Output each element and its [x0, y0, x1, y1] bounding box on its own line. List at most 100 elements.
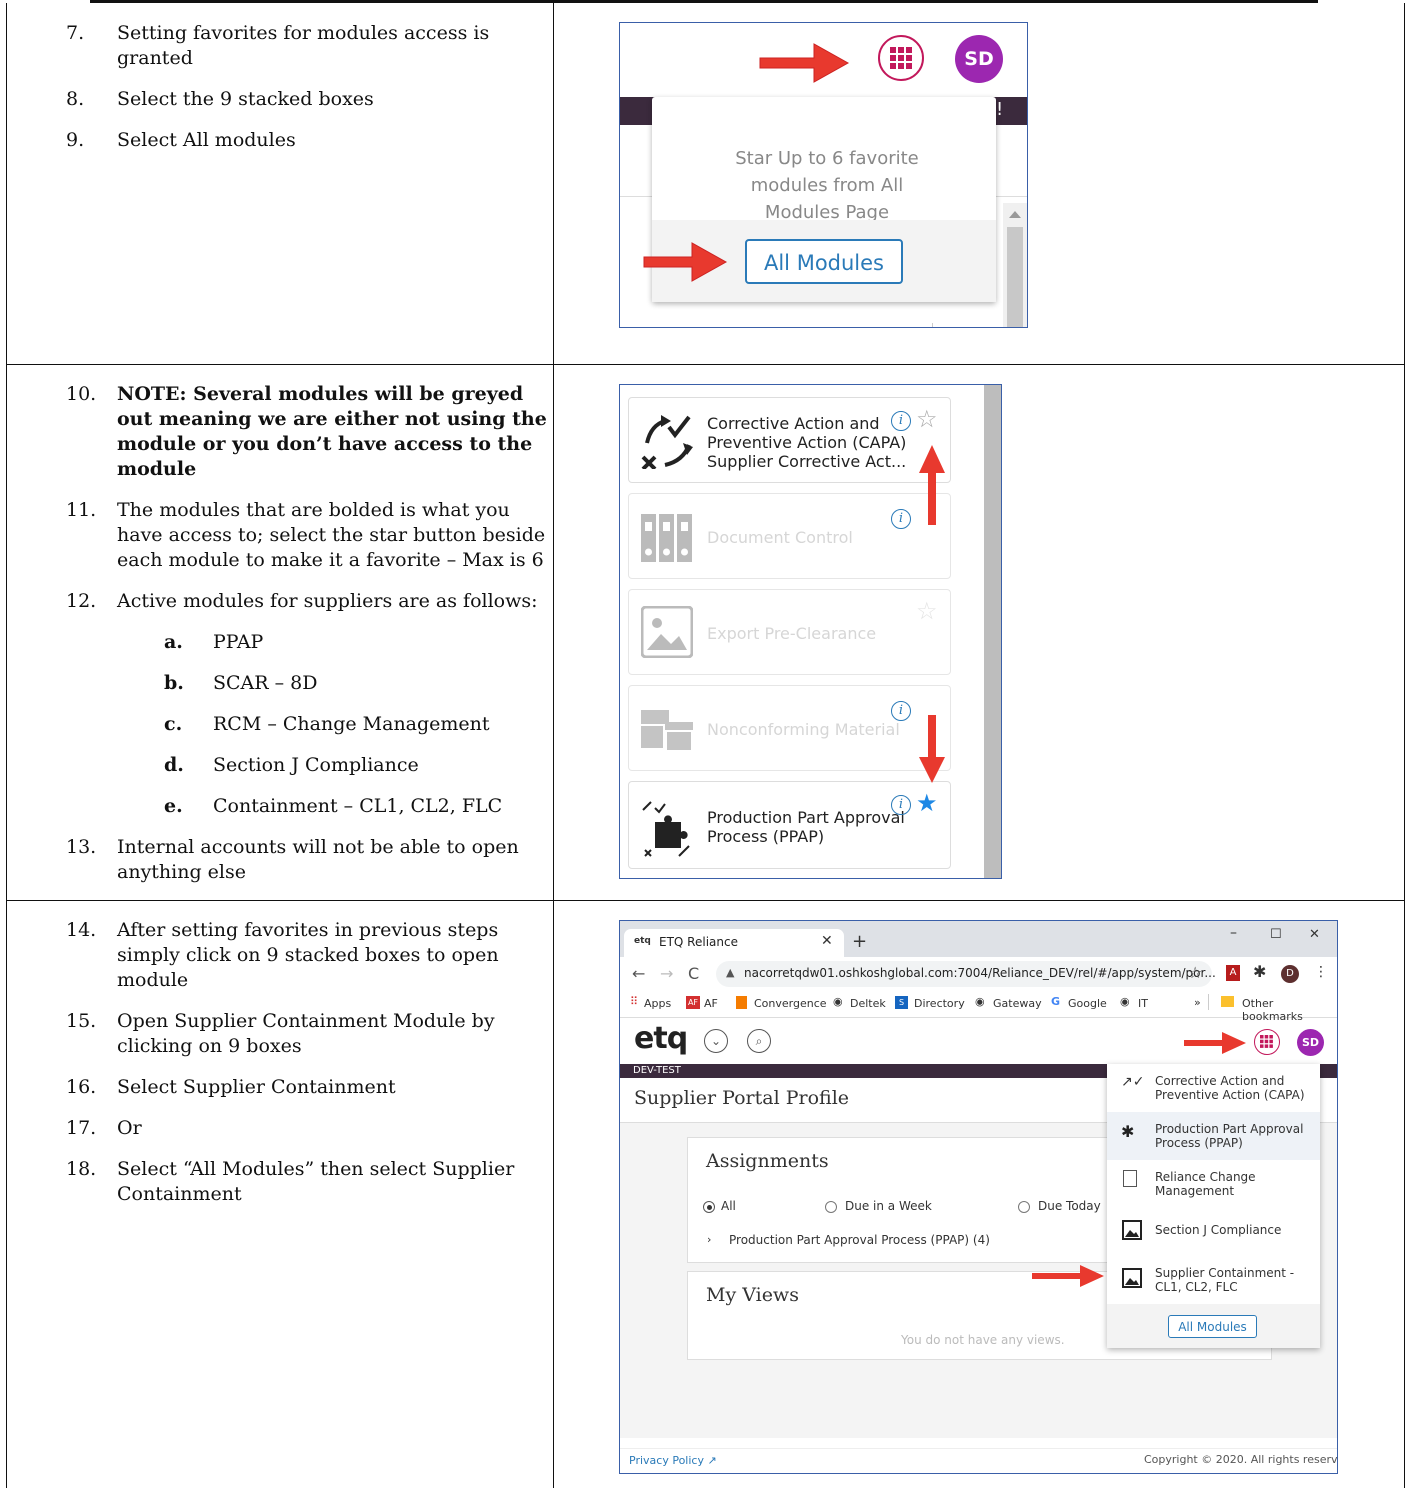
info-icon[interactable]: i	[891, 509, 911, 529]
more-bookmarks[interactable]: »	[1194, 996, 1201, 1009]
other-bookmarks[interactable]: Other bookmarks	[1242, 997, 1337, 1023]
grid-menu-button[interactable]	[1254, 1029, 1280, 1055]
red-arrow-down-icon	[919, 715, 945, 783]
module-card-capa[interactable]: Corrective Action and Preventive Action …	[628, 397, 951, 483]
chevron-right-icon[interactable]: ›	[707, 1233, 711, 1246]
star-filled-icon[interactable]: ★	[916, 790, 938, 816]
grid-icon	[1260, 1035, 1273, 1048]
module-name: Corrective Action and Preventive Action …	[707, 414, 907, 471]
menu-kebab-icon[interactable]: ⋮	[1314, 964, 1328, 980]
all-modules-button[interactable]: All Modules	[1168, 1315, 1257, 1338]
radio-due-today[interactable]	[1018, 1201, 1030, 1213]
environment-label: DEV-TEST	[633, 1065, 681, 1076]
radio-label: Due Today	[1038, 1199, 1101, 1213]
scroll-thumb[interactable]	[1007, 227, 1023, 327]
step-9: 9. Select All modules	[66, 129, 296, 151]
bookmark-convergence[interactable]: Convergence	[754, 997, 827, 1010]
chevron-down-icon[interactable]: ⌄	[704, 1029, 728, 1053]
scrollbar[interactable]	[1003, 203, 1027, 327]
bookmark-it[interactable]: IT	[1138, 997, 1148, 1010]
etq-logo[interactable]: etq	[634, 1021, 688, 1056]
scrollbar[interactable]	[984, 385, 1001, 878]
search-icon[interactable]: ⌕	[747, 1029, 771, 1053]
star-empty-icon[interactable]: ☆	[916, 406, 938, 432]
screenshot-favorites-popup: SD ! Star Up to 6 favorite modules from …	[619, 22, 1028, 328]
module-card-ppap[interactable]: Production Part Approval Process (PPAP) …	[628, 781, 951, 869]
dropdown-item[interactable]: Section J Compliance	[1107, 1208, 1320, 1256]
globe-icon: ◉	[1120, 995, 1130, 1008]
tab-title: ETQ Reliance	[659, 935, 738, 949]
extensions-icon[interactable]: ✱	[1253, 962, 1266, 981]
all-modules-button[interactable]: All Modules	[745, 239, 903, 284]
minimize-icon[interactable]: –	[1230, 925, 1237, 941]
bookmarks-bar: ⠿ Apps AF AF Convergence ◉ Deltek S Dire…	[620, 989, 1337, 1023]
scroll-up-icon[interactable]	[1009, 211, 1021, 218]
globe-icon: ◉	[833, 995, 843, 1008]
red-arrow-up-icon	[919, 445, 945, 525]
module-card-document-control: Document Control i	[628, 493, 951, 579]
bookmark-af[interactable]: AF	[704, 997, 718, 1010]
dropdown-item-label: Reliance Change Management	[1155, 1170, 1256, 1198]
af-icon: AF	[686, 996, 700, 1009]
dropdown-item-label: Section J Compliance	[1155, 1223, 1282, 1237]
reload-icon[interactable]: C	[688, 964, 699, 983]
privacy-link[interactable]: Privacy Policy ↗	[629, 1454, 717, 1467]
views-title: My Views	[706, 1284, 799, 1306]
assignments-title: Assignments	[706, 1150, 829, 1172]
step-8: 8. Select the 9 stacked boxes	[66, 88, 374, 110]
avatar[interactable]: SD	[955, 35, 1003, 83]
close-window-icon[interactable]: ✕	[1309, 927, 1320, 942]
assignment-row[interactable]: Production Part Approval Process (PPAP) …	[729, 1233, 990, 1247]
profile-icon[interactable]: D	[1281, 965, 1299, 983]
module-name: Document Control	[707, 528, 853, 547]
info-icon[interactable]: i	[891, 411, 911, 431]
row-divider-1	[6, 364, 1404, 365]
info-icon[interactable]: i	[891, 795, 911, 815]
page-title: Supplier Portal Profile	[634, 1087, 850, 1109]
forward-icon[interactable]: →	[660, 964, 673, 983]
bookmark-apps[interactable]: Apps	[644, 997, 671, 1010]
module-name: Nonconforming Material	[707, 720, 900, 739]
red-arrow-icon	[759, 43, 850, 83]
radio-due-week[interactable]	[825, 1201, 837, 1213]
views-empty-text: You do not have any views.	[901, 1333, 1065, 1347]
address-bar[interactable]: ▲ nacorretqdw01.oshkoshglobal.com:7004/R…	[716, 961, 1216, 987]
radio-all[interactable]	[703, 1201, 715, 1213]
info-icon[interactable]: i	[891, 701, 911, 721]
convergence-icon	[736, 996, 747, 1009]
dropdown-item[interactable]: ↗✓ Corrective Action and Preventive Acti…	[1107, 1064, 1320, 1112]
new-tab-icon[interactable]: +	[852, 931, 867, 952]
divider	[1208, 994, 1209, 1010]
step-7: 7. Setting favorites for modules access i…	[66, 22, 490, 69]
dropdown-item[interactable]: Reliance Change Management	[1107, 1160, 1320, 1208]
copyright: Copyright © 2020. All rights reserved.	[1144, 1453, 1338, 1466]
apps-icon: ⠿	[630, 995, 639, 1008]
document-icon	[1123, 1170, 1137, 1187]
bookmark-star-icon[interactable]: ☆	[1188, 963, 1202, 982]
radio-label: Due in a Week	[845, 1199, 932, 1213]
globe-icon: ◉	[975, 995, 985, 1008]
grid-menu-button[interactable]	[878, 35, 924, 81]
bookmark-deltek[interactable]: Deltek	[850, 997, 886, 1010]
module-name: Production Part Approval Process (PPAP)	[707, 808, 905, 846]
bookmark-google[interactable]: Google	[1068, 997, 1107, 1010]
dropdown-item[interactable]: ✱ Production Part Approval Process (PPAP…	[1107, 1112, 1320, 1160]
maximize-icon[interactable]: ☐	[1270, 927, 1282, 942]
module-name: Export Pre-Clearance	[707, 624, 877, 643]
dropdown-item-label: Corrective Action and Preventive Action …	[1155, 1074, 1305, 1102]
image-icon	[1122, 1220, 1142, 1240]
tab-close-icon[interactable]: ✕	[821, 933, 833, 949]
back-icon[interactable]: ←	[632, 964, 645, 983]
capa-icon: ↗✓	[1121, 1074, 1145, 1090]
bookmark-gateway[interactable]: Gateway	[993, 997, 1042, 1010]
bookmark-directory[interactable]: Directory	[914, 997, 965, 1010]
browser-tab[interactable]: etq ETQ Reliance ✕	[624, 929, 844, 957]
row-divider-2	[6, 900, 1404, 901]
dropdown-item[interactable]: Supplier Containment - CL1, CL2, FLC	[1107, 1256, 1320, 1304]
screenshot-module-list: Corrective Action and Preventive Action …	[619, 384, 1002, 879]
avatar[interactable]: SD	[1297, 1029, 1324, 1056]
pdf-extension-icon[interactable]: A	[1226, 965, 1240, 981]
url-text: nacorretqdw01.oshkoshglobal.com:7004/Rel…	[744, 966, 1216, 980]
folder-icon	[1221, 996, 1234, 1007]
screenshot-browser: etq ETQ Reliance ✕ + – ☐ ✕ ← → C ▲ nacor…	[619, 920, 1338, 1474]
